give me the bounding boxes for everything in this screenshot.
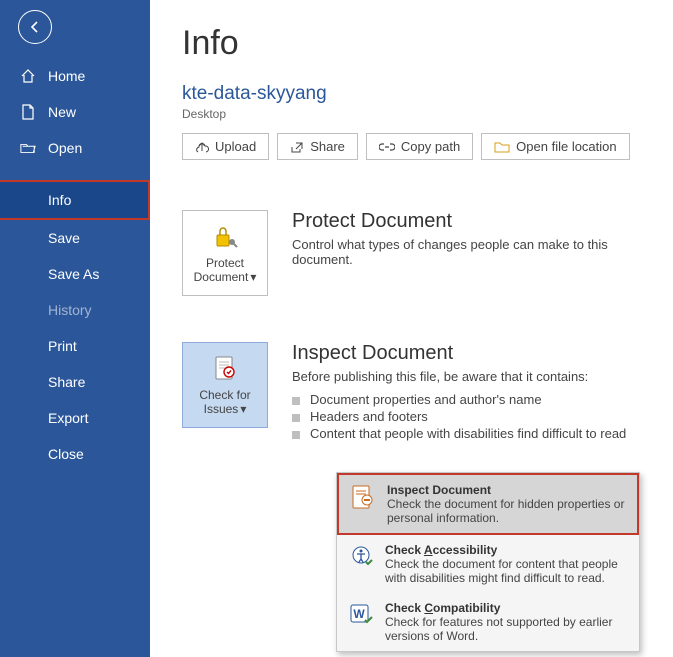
section-subtext: Control what types of changes people can… bbox=[292, 237, 653, 267]
upload-button[interactable]: Upload bbox=[182, 133, 269, 160]
folder-icon bbox=[494, 141, 510, 153]
menu-inspect-document[interactable]: Inspect Document Check the document for … bbox=[337, 473, 639, 535]
bullet-icon bbox=[292, 414, 300, 422]
page-title: Info bbox=[182, 24, 653, 63]
nav-history[interactable]: History bbox=[0, 292, 150, 328]
nav-label: New bbox=[48, 104, 76, 120]
menu-check-accessibility[interactable]: Check Accessibility Check the document f… bbox=[337, 535, 639, 593]
blank-icon bbox=[20, 266, 36, 282]
backstage-sidebar: Home New Open Info Save Save As bbox=[0, 0, 150, 657]
protect-section: ProtectDocument▾ Protect Document Contro… bbox=[182, 210, 653, 296]
upload-icon bbox=[195, 140, 209, 154]
chevron-down-icon: ▾ bbox=[250, 270, 256, 284]
blank-icon bbox=[20, 192, 36, 208]
section-heading: Protect Document bbox=[292, 210, 653, 233]
inspect-bullet-list: Document properties and author's name He… bbox=[292, 392, 653, 441]
back-button[interactable] bbox=[18, 10, 52, 44]
lock-icon bbox=[210, 222, 240, 252]
nav-label: Share bbox=[48, 374, 85, 390]
button-label: Check forIssues▾ bbox=[199, 388, 250, 417]
button-label: Open file location bbox=[516, 139, 616, 154]
document-path: Desktop bbox=[182, 107, 653, 121]
nav-label: Print bbox=[48, 338, 77, 354]
share-button[interactable]: Share bbox=[277, 133, 358, 160]
nav-list: Home New Open Info Save Save As bbox=[0, 58, 150, 472]
nav-close[interactable]: Close bbox=[0, 436, 150, 472]
main-panel: Info kte-data-skyyang Desktop Upload Sha… bbox=[150, 0, 673, 657]
nav-open[interactable]: Open bbox=[0, 130, 150, 166]
open-icon bbox=[20, 140, 36, 156]
app-root: Home New Open Info Save Save As bbox=[0, 0, 673, 657]
compatibility-icon: W bbox=[347, 601, 375, 629]
nav-label: Save As bbox=[48, 266, 99, 282]
bullet-item: Document properties and author's name bbox=[292, 392, 653, 407]
chevron-down-icon: ▾ bbox=[240, 402, 246, 416]
menu-text: Check Accessibility Check the document f… bbox=[385, 543, 629, 585]
inspect-section: Check forIssues▾ Inspect Document Before… bbox=[182, 342, 653, 443]
blank-icon bbox=[20, 338, 36, 354]
blank-icon bbox=[20, 410, 36, 426]
nav-label: Home bbox=[48, 68, 85, 84]
bullet-item: Headers and footers bbox=[292, 409, 653, 424]
blank-icon bbox=[20, 230, 36, 246]
protect-document-button[interactable]: ProtectDocument▾ bbox=[182, 210, 268, 296]
section-heading: Inspect Document bbox=[292, 342, 653, 365]
nav-label: Info bbox=[48, 192, 71, 208]
document-name[interactable]: kte-data-skyyang bbox=[182, 83, 653, 105]
inspect-text: Inspect Document Before publishing this … bbox=[292, 342, 653, 443]
nav-label: History bbox=[48, 302, 92, 318]
bullet-icon bbox=[292, 397, 300, 405]
check-issues-button[interactable]: Check forIssues▾ bbox=[182, 342, 268, 428]
nav-save-as[interactable]: Save As bbox=[0, 256, 150, 292]
bullet-icon bbox=[292, 431, 300, 439]
copy-path-button[interactable]: Copy path bbox=[366, 133, 473, 160]
menu-title: Check Compatibility bbox=[385, 601, 629, 615]
nav-print[interactable]: Print bbox=[0, 328, 150, 364]
accessibility-icon bbox=[347, 543, 375, 571]
inspect-icon bbox=[210, 354, 240, 384]
menu-text: Inspect Document Check the document for … bbox=[387, 483, 627, 525]
button-label: Share bbox=[310, 139, 345, 154]
nav-new[interactable]: New bbox=[0, 94, 150, 130]
nav-spacer bbox=[0, 166, 150, 180]
menu-title: Inspect Document bbox=[387, 483, 627, 497]
protect-text: Protect Document Control what types of c… bbox=[292, 210, 653, 296]
menu-text: Check Compatibility Check for features n… bbox=[385, 601, 629, 643]
inspect-document-icon bbox=[349, 483, 377, 511]
button-label: Copy path bbox=[401, 139, 460, 154]
blank-icon bbox=[20, 374, 36, 390]
menu-title: Check Accessibility bbox=[385, 543, 629, 557]
action-button-row: Upload Share Copy path Open file locatio… bbox=[182, 133, 653, 160]
nav-home[interactable]: Home bbox=[0, 58, 150, 94]
blank-icon bbox=[20, 302, 36, 318]
nav-export[interactable]: Export bbox=[0, 400, 150, 436]
nav-info[interactable]: Info bbox=[0, 180, 150, 220]
nav-label: Open bbox=[48, 140, 82, 156]
section-subtext: Before publishing this file, be aware th… bbox=[292, 369, 653, 384]
link-icon bbox=[379, 142, 395, 152]
nav-label: Close bbox=[48, 446, 84, 462]
button-label: ProtectDocument▾ bbox=[194, 256, 257, 285]
menu-check-compatibility[interactable]: W Check Compatibility Check for features… bbox=[337, 593, 639, 651]
new-icon bbox=[20, 104, 36, 120]
nav-label: Save bbox=[48, 230, 80, 246]
blank-icon bbox=[20, 446, 36, 462]
nav-save[interactable]: Save bbox=[0, 220, 150, 256]
menu-desc: Check for features not supported by earl… bbox=[385, 615, 629, 643]
nav-label: Export bbox=[48, 410, 88, 426]
share-icon bbox=[290, 140, 304, 154]
button-label: Upload bbox=[215, 139, 256, 154]
check-issues-menu: Inspect Document Check the document for … bbox=[336, 472, 640, 652]
open-location-button[interactable]: Open file location bbox=[481, 133, 629, 160]
home-icon bbox=[20, 68, 36, 84]
menu-desc: Check the document for hidden properties… bbox=[387, 497, 627, 525]
svg-text:W: W bbox=[353, 607, 365, 621]
menu-desc: Check the document for content that peop… bbox=[385, 557, 629, 585]
nav-share[interactable]: Share bbox=[0, 364, 150, 400]
bullet-item: Content that people with disabilities fi… bbox=[292, 426, 653, 441]
